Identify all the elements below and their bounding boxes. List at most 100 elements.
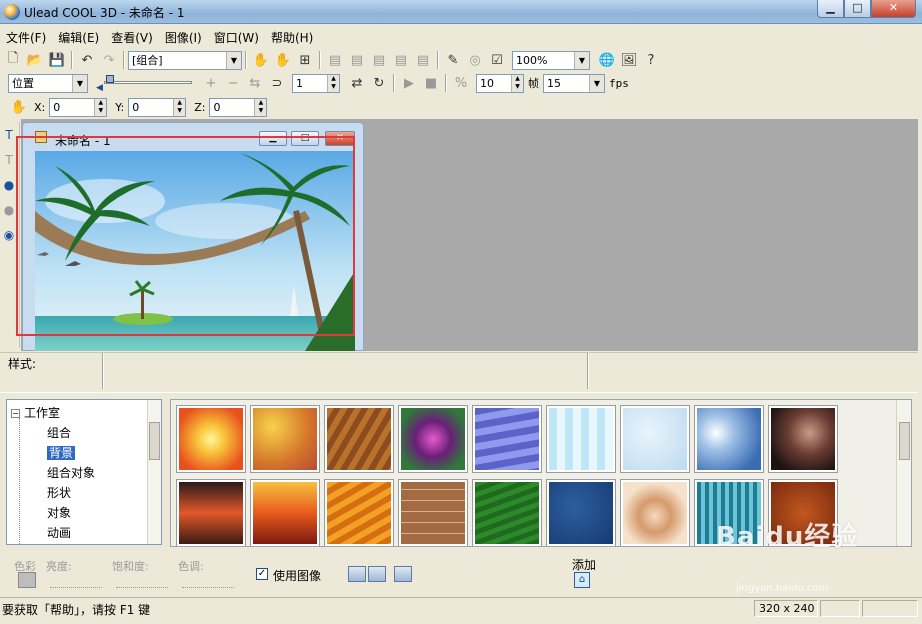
object-select-value: [组合] <box>132 54 163 67</box>
maximize-button[interactable]: □ <box>844 0 871 18</box>
frames-total-value: 10 <box>480 76 494 90</box>
remove-keyframe-icon[interactable]: − <box>222 73 244 93</box>
swap-keyframe-icon[interactable]: ⇆ <box>244 73 266 93</box>
add-icon[interactable]: ⌂ <box>574 572 590 588</box>
tree-root[interactable]: − 工作室 <box>11 404 60 421</box>
hand-move-icon[interactable]: ✋ <box>250 50 272 70</box>
swatch-scrollbar[interactable] <box>896 400 911 546</box>
edit-image-icon[interactable] <box>394 566 412 582</box>
use-image-label: 使用图像 <box>273 569 322 583</box>
zoom-select[interactable]: 100% ▼ <box>512 50 590 70</box>
collapse-icon[interactable]: − <box>11 409 20 418</box>
open-folder-icon[interactable]: 📂 <box>24 50 46 70</box>
use-image-checkbox[interactable]: ✓ <box>256 568 268 580</box>
tree-item-group-object[interactable]: 组合对象 <box>47 464 95 481</box>
chevron-down-icon: ▼ <box>589 74 604 92</box>
swatch-blue-leather[interactable] <box>547 480 615 546</box>
close-button[interactable]: ✕ <box>871 0 916 18</box>
layer-icon-1[interactable]: ▤ <box>324 50 346 70</box>
minimize-button[interactable]: ▁ <box>817 0 844 18</box>
layer-icon-5[interactable]: ▤ <box>412 50 434 70</box>
menu-edit[interactable]: 编辑(E) <box>52 26 105 46</box>
y-input[interactable]: 0 ▲ ▼ <box>128 97 187 117</box>
layer-icon-2[interactable]: ▤ <box>346 50 368 70</box>
color-swatch[interactable] <box>18 572 36 588</box>
preview-icon[interactable]: ☑ <box>486 50 508 70</box>
timeline-slider[interactable]: ◀ <box>96 73 200 93</box>
swatch-wood[interactable] <box>325 406 393 472</box>
add-label: 添加 <box>572 558 597 572</box>
frame-value: 1 <box>296 76 303 90</box>
z-input[interactable]: 0 ▲ ▼ <box>209 97 268 117</box>
help-pointer-icon[interactable]: ? <box>640 50 662 70</box>
tree-item-group[interactable]: 组合 <box>47 424 71 441</box>
frame-label: 帧 <box>528 77 539 90</box>
menu-view[interactable]: 查看(V) <box>105 26 159 46</box>
brightness-slider[interactable] <box>50 576 102 588</box>
mode-select[interactable]: 位置 ▼ <box>8 73 88 93</box>
swatch-swirl[interactable] <box>399 406 467 472</box>
tree-item-camera[interactable]: 相机 <box>47 544 71 545</box>
undo-icon[interactable]: ↶ <box>76 50 98 70</box>
status-help-text: 要获取「帮助」，请按 F1 键 <box>2 603 151 617</box>
add-keyframe-icon[interactable]: + <box>200 73 222 93</box>
hand-rotate-icon[interactable]: ✋ <box>272 50 294 70</box>
tree-item-animation[interactable]: 动画 <box>47 524 71 541</box>
tree-item-object[interactable]: 对象 <box>47 504 71 521</box>
save-icon[interactable]: 💾 <box>46 50 68 70</box>
swatch-clouds[interactable] <box>695 406 763 472</box>
swatch-orange-silk[interactable] <box>325 480 393 546</box>
cycle-icon[interactable]: ↻ <box>368 73 390 93</box>
play-icon[interactable]: ▶ <box>398 73 420 93</box>
tree-scrollbar[interactable] <box>147 400 161 544</box>
standard-toolbar: 🗋 📂 💾 ↶ ↷ [组合] ▼ ✋ ✋ ⊞ ▤ ▤ ▤ ▤ ▤ ✎ ◎ ☑ 1… <box>2 48 662 72</box>
slider-thumb[interactable] <box>106 75 114 83</box>
x-input[interactable]: 0 ▲ ▼ <box>49 97 108 117</box>
new-file-icon[interactable]: 🗋 <box>2 50 24 70</box>
swatch-water-purple[interactable] <box>473 406 541 472</box>
fps-select[interactable]: 15 ▼ <box>543 73 605 93</box>
swatch-spiral[interactable] <box>621 480 689 546</box>
frame-input[interactable]: 1 ▲ ▼ <box>292 73 340 93</box>
redo-icon[interactable]: ↷ <box>98 50 120 70</box>
lighting-icon[interactable]: ✎ <box>442 50 464 70</box>
swatch-frost[interactable] <box>621 406 689 472</box>
studio-tree[interactable]: −工作室 组合 背景 组合对象 形状 对象 动画 相机 <box>6 399 162 545</box>
start-marker-icon: ◀ <box>96 83 103 93</box>
menu-window[interactable]: 窗口(W) <box>208 26 265 46</box>
percent-icon[interactable]: % <box>450 73 472 93</box>
swatch-sunburst[interactable] <box>177 406 245 472</box>
hue-slider[interactable] <box>182 576 234 588</box>
swatch-green[interactable] <box>473 480 541 546</box>
spinner-arrows-icon: ▲ ▼ <box>511 74 523 92</box>
tree-item-background[interactable]: 背景 <box>47 444 76 461</box>
layer-icon-3[interactable]: ▤ <box>368 50 390 70</box>
loop-icon[interactable]: ⇄ <box>346 73 368 93</box>
menu-help[interactable]: 帮助(H) <box>265 26 319 46</box>
saturation-slider[interactable] <box>116 576 168 588</box>
load-image-icon[interactable] <box>348 566 366 582</box>
swatch-sunset-1[interactable] <box>177 480 245 546</box>
menu-image[interactable]: 图像(I) <box>159 26 208 46</box>
image-options-icon[interactable] <box>368 566 386 582</box>
layer-icon-4[interactable]: ▤ <box>390 50 412 70</box>
resize-icon[interactable]: ⊞ <box>294 50 316 70</box>
swatch-sunset-2[interactable] <box>251 480 319 546</box>
hand-icon[interactable]: ✋ <box>8 97 30 117</box>
swatch-dark-clouds[interactable] <box>769 406 837 472</box>
style-label: 样式: <box>8 357 37 371</box>
swatch-brick[interactable] <box>399 480 467 546</box>
title-bar: Ulead COOL 3D - 未命名 - 1 ▁ □ ✕ <box>0 0 922 24</box>
reverse-icon[interactable]: ⊃ <box>266 73 288 93</box>
tree-item-shape[interactable]: 形状 <box>47 484 71 501</box>
swatch-ice[interactable] <box>547 406 615 472</box>
object-select[interactable]: [组合] ▼ <box>128 50 242 70</box>
zoom-value: 100% <box>516 53 548 67</box>
menu-file[interactable]: 文件(F) <box>0 26 52 46</box>
swatch-marble[interactable] <box>251 406 319 472</box>
globe-icon[interactable]: ◎ <box>464 50 486 70</box>
web-export-icon[interactable]: 🌐 <box>596 50 618 70</box>
frames-total-input[interactable]: 10 ▲ ▼ <box>476 73 524 93</box>
stop-icon[interactable]: ■ <box>420 73 442 93</box>
image-export-icon[interactable]: 🖼 <box>618 50 640 70</box>
